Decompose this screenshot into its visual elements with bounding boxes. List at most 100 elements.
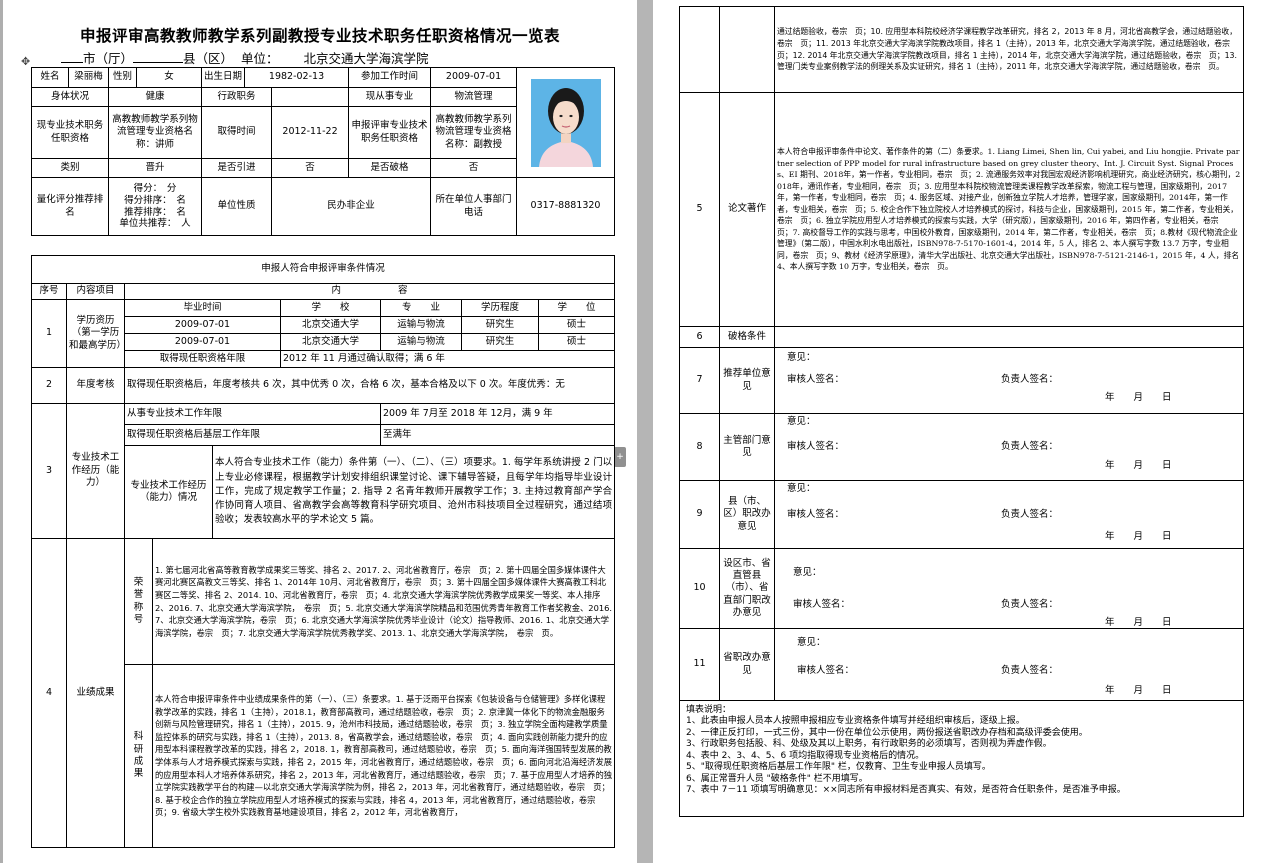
unit-nature-value[interactable]: 民办非企业: [271, 177, 432, 236]
row-5-value[interactable]: 本人符合申报评审条件中论文、著作条件的第（二）条要求。1. Liang Lime…: [774, 92, 1244, 327]
edu-cell[interactable]: 2009-07-01: [124, 333, 281, 351]
city-blank[interactable]: [61, 62, 83, 63]
obtain-time-value[interactable]: 2012-11-22: [271, 106, 350, 159]
years-value[interactable]: 2012 年 11 月通过确认取得；满 6 年: [279, 350, 616, 368]
score-cell: 得分： 分 得分排序： 名 推荐排序： 名 单位共推荐： 人: [108, 177, 202, 236]
page-1: 申报评审高教教师教学系列副教授专业技术职务任职资格情况一览表 ✥ 市（厅） 县（区…: [3, 0, 637, 863]
name-value[interactable]: 梁丽梅: [68, 67, 109, 88]
content-header: 内 容: [123, 283, 616, 300]
applying-label: 申报评审专业技术职务任职资格: [348, 106, 432, 159]
expand-handle-icon[interactable]: +: [614, 447, 626, 467]
edu-cell[interactable]: 硕士: [537, 316, 616, 334]
score-line[interactable]: 得分排序： 名: [111, 195, 199, 207]
exception-value[interactable]: 否: [430, 158, 518, 178]
opinion-date[interactable]: 年 月 日: [1105, 392, 1172, 404]
section-title: 申报人符合申报评审条件情况: [30, 255, 616, 284]
opinion-label: 省职改办意见: [719, 628, 775, 701]
score-line[interactable]: 单位共推荐： 人: [111, 218, 199, 230]
opinion-field[interactable]: 意见： 审核人签名： 负责人签名： 年 月 日: [774, 480, 1244, 549]
row-2-seq: 2: [31, 367, 67, 404]
reviewer-signature[interactable]: 审核人签名：: [793, 599, 850, 611]
name-label: 姓名: [31, 67, 69, 88]
applying-value[interactable]: 高教教师教学系列物流管理专业资格名称：副教授: [430, 106, 518, 159]
row-6-label: 破格条件: [719, 326, 775, 348]
move-table-icon[interactable]: ✥: [21, 55, 30, 68]
transfer-value[interactable]: 否: [271, 158, 350, 178]
opinion-date[interactable]: 年 月 日: [1105, 617, 1172, 628]
unit-value[interactable]: 北京交通大学海滨学院: [278, 48, 454, 68]
gender-cell: 女: [136, 67, 202, 88]
leader-signature[interactable]: 负责人签名：: [1001, 599, 1058, 611]
work-years-value[interactable]: 2009 年 7月至 2018 年 12月，满 9 年: [379, 403, 616, 425]
score-line[interactable]: 推荐排序： 名: [111, 207, 199, 219]
photo-cell: [516, 67, 616, 178]
opinion-row: 8 主管部门意见 意见： 审核人签名： 负责人签名： 年 月 日: [679, 413, 1244, 481]
edu-header: 学 校: [280, 299, 381, 317]
gender-value[interactable]: 女: [164, 71, 174, 82]
opinion-field[interactable]: 意见： 审核人签名： 负责人签名： 年 月 日: [774, 548, 1244, 629]
opinion-seq: 11: [679, 628, 720, 701]
opinion-field[interactable]: 意见： 审核人签名： 负责人签名： 年 月 日: [774, 413, 1244, 481]
phone-value[interactable]: 0317-8881320: [516, 177, 616, 236]
edu-cell[interactable]: 硕士: [537, 333, 616, 351]
note-item: 1、此表由申报人员本人按照申报相应专业资格条件填写并经组织审核后，逐级上报。: [686, 716, 1025, 727]
specialty-label: 现从事专业: [348, 87, 432, 107]
opinion-seq: 8: [679, 413, 720, 481]
dob-value[interactable]: 1982-02-13: [244, 67, 350, 88]
leader-signature[interactable]: 负责人签名：: [1001, 665, 1058, 677]
opinion-date[interactable]: 年 月 日: [1105, 685, 1172, 697]
row-1-seq: 1: [31, 299, 67, 368]
opinion-text: 意见：: [797, 637, 826, 648]
reviewer-signature[interactable]: 审核人签名：: [797, 665, 854, 677]
specialty-value[interactable]: 物流管理: [430, 87, 518, 107]
reviewer-signature[interactable]: 审核人签名：: [787, 374, 844, 386]
opinion-date[interactable]: 年 月 日: [1105, 531, 1172, 543]
row-4-seq: 4: [31, 538, 67, 848]
page-gutter: [637, 0, 653, 863]
edu-cell[interactable]: 运输与物流: [380, 316, 462, 334]
work-years-label: 从事专业技术工作年限: [124, 403, 381, 425]
edu-cell[interactable]: 2009-07-01: [124, 316, 281, 334]
edu-cell[interactable]: 北京交通大学: [280, 316, 381, 334]
health-label: 身体状况: [31, 87, 109, 107]
research-value[interactable]: 本人符合申报评审条件中业绩成果条件的第（一）、（三）条要求。1. 基于泛雨平台探…: [151, 664, 616, 848]
opinion-row: 11 省职改办意见 意见： 审核人签名： 负责人签名： 年 月 日: [679, 628, 1244, 701]
row-1-label: 学历资历（第一学历和最高学历）: [66, 299, 125, 368]
experience-value[interactable]: 本人符合专业技术工作（能力）条件第（一）、（二）、（三）项要求。1. 每学年系统…: [211, 445, 616, 539]
row-6-value[interactable]: [774, 326, 1244, 348]
current-qual-value[interactable]: 高教教师教学系列物流管理专业资格名称：讲师: [108, 106, 202, 159]
reviewer-signature[interactable]: 审核人签名：: [787, 509, 844, 521]
edu-cell[interactable]: 研究生: [461, 316, 539, 334]
category-value[interactable]: 晋升: [108, 158, 202, 178]
leader-signature[interactable]: 负责人签名：: [1001, 374, 1058, 386]
opinion-row: 10 设区市、省直管县（市）、省直部门职改办意见 意见： 审核人签名： 负责人签…: [679, 548, 1244, 629]
grassroots-years-value[interactable]: 至满年: [379, 424, 616, 446]
county-blank[interactable]: [133, 62, 184, 63]
filling-notes: 填表说明： 1、此表由申报人员本人按照申报相应专业资格条件填写并经组织审核后，逐…: [679, 700, 1244, 817]
unit-nature-label: 单位性质: [200, 177, 273, 236]
row-2-value[interactable]: 取得现任职资格后，年度考核共 6 次，其中优秀 0 次，合格 6 次，基本合格及…: [123, 367, 616, 404]
grassroots-years-label: 取得现任职资格后基层工作年限: [124, 424, 381, 446]
opinion-field[interactable]: 意见： 审核人签名： 负责人签名： 年 月 日: [774, 347, 1244, 414]
research-value-continued[interactable]: 通过结题验收，卷宗 页；10. 应用型本科院校经济学课程教学改革研究，排名 2，…: [774, 6, 1244, 93]
edu-cell[interactable]: 研究生: [461, 333, 539, 351]
opinion-row: 7 推荐单位意见 意见： 审核人签名： 负责人签名： 年 月 日: [679, 347, 1244, 414]
reviewer-signature[interactable]: 审核人签名：: [787, 441, 844, 453]
edu-cell[interactable]: 北京交通大学: [280, 333, 381, 351]
honor-value[interactable]: 1. 第七届河北省高等教育教学成果奖三等奖、排名 2、2017. 2、河北省教育…: [151, 538, 616, 665]
opinion-date[interactable]: 年 月 日: [1105, 460, 1172, 472]
leader-signature[interactable]: 负责人签名：: [1001, 441, 1058, 453]
work-start-value[interactable]: 2009-07-01: [430, 67, 518, 88]
opinion-text: 意见：: [793, 567, 822, 578]
leader-signature[interactable]: 负责人签名：: [1001, 509, 1058, 521]
health-value[interactable]: 健康: [108, 87, 202, 107]
note-item: 5、"取得现任职资格后基层工作年限" 栏，仅教育、卫生专业申报人员填写。: [686, 762, 991, 773]
score-line[interactable]: 得分： 分: [111, 183, 199, 195]
edu-cell[interactable]: 运输与物流: [380, 333, 462, 351]
work-start-label: 参加工作时间: [348, 67, 432, 88]
row-5-label: 论文著作: [719, 92, 775, 327]
opinion-field[interactable]: 意见： 审核人签名： 负责人签名： 年 月 日: [774, 628, 1244, 701]
page-2: 通过结题验收，卷宗 页；10. 应用型本科院校经济学课程教学改革研究，排名 2，…: [653, 0, 1275, 863]
admin-value[interactable]: [271, 87, 350, 107]
opinion-label: 推荐单位意见: [719, 347, 775, 414]
